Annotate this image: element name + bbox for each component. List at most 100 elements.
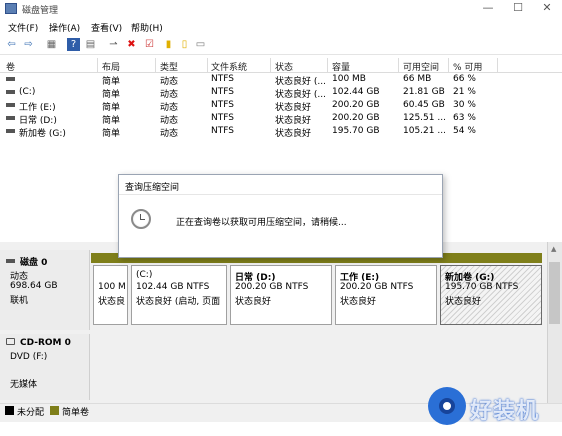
column-divider bbox=[448, 58, 449, 73]
column-divider bbox=[497, 58, 498, 73]
unallocated-swatch bbox=[5, 406, 14, 415]
watermark-text: 好装机 bbox=[470, 399, 540, 424]
disk-status: 无媒体 bbox=[10, 380, 38, 390]
partition-size: 100 M bbox=[98, 282, 126, 292]
col-status[interactable]: 状态 bbox=[275, 60, 293, 73]
cell-status: 状态良好 bbox=[275, 103, 312, 113]
cdrom-0-info[interactable]: CD-ROM 0 DVD (F:) 无媒体 bbox=[0, 334, 90, 400]
maximize-button[interactable]: ☐ bbox=[503, 0, 533, 18]
forward-arrow-icon[interactable]: ⇨ bbox=[22, 38, 35, 51]
partition-status: 状态良好 (启动, 页面 bbox=[136, 297, 221, 307]
cell-percent-free: 54 % bbox=[453, 126, 476, 136]
menu-file[interactable]: 文件(F) bbox=[8, 21, 38, 34]
cell-layout: 简单 bbox=[102, 77, 121, 87]
table-row[interactable]: 简单 动态 NTFS 状态良好 (... 100 MB 66 MB 66 % bbox=[0, 74, 562, 87]
cell-filesystem: NTFS bbox=[211, 100, 234, 110]
disk-icon bbox=[6, 259, 15, 263]
menu-view[interactable]: 查看(V) bbox=[91, 21, 122, 34]
cell-percent-free: 30 % bbox=[453, 100, 476, 110]
volume-table-header: 卷 布局 类型 文件系统 状态 容量 可用空间 % 可用 bbox=[0, 58, 562, 73]
cell-layout: 简单 bbox=[102, 116, 121, 126]
cell-filesystem: NTFS bbox=[211, 87, 234, 97]
folder-open-icon[interactable]: ▮ bbox=[162, 38, 175, 51]
cell-volume: 工作 (E:) bbox=[19, 103, 56, 113]
volume-icon bbox=[6, 116, 15, 120]
cell-free-space: 105.21 ... bbox=[403, 126, 446, 136]
cell-volume: 日常 (D:) bbox=[19, 116, 57, 126]
back-arrow-icon[interactable]: ⇦ bbox=[5, 38, 18, 51]
cell-free-space: 60.45 GB bbox=[403, 100, 445, 110]
close-button[interactable]: ✕ bbox=[532, 0, 562, 18]
table-row[interactable]: (C:) 简单 动态 NTFS 状态良好 (... 102.44 GB 21.8… bbox=[0, 87, 562, 100]
cell-free-space: 21.81 GB bbox=[403, 87, 445, 97]
volume-icon bbox=[6, 103, 15, 107]
partition-name: (C:) bbox=[136, 270, 153, 280]
col-layout[interactable]: 布局 bbox=[102, 60, 120, 73]
cell-percent-free: 63 % bbox=[453, 113, 476, 123]
cell-status: 状态良好 bbox=[275, 129, 312, 139]
col-percent-free[interactable]: % 可用 bbox=[453, 60, 482, 73]
disk-type: DVD (F:) bbox=[10, 352, 48, 362]
legend-unallocated: 未分配 bbox=[17, 408, 45, 418]
window-title: 磁盘管理 bbox=[22, 6, 59, 16]
volume-icon bbox=[6, 90, 15, 94]
refresh-icon[interactable]: ▯ bbox=[178, 38, 191, 51]
disk-management-icon bbox=[5, 3, 17, 14]
watermark-logo-inner bbox=[439, 398, 455, 414]
minimize-button[interactable]: — bbox=[473, 0, 503, 18]
cdrom-icon bbox=[6, 338, 15, 345]
volume-icon bbox=[6, 129, 15, 133]
table-row[interactable]: 日常 (D:) 简单 动态 NTFS 状态良好 200.20 GB 125.51… bbox=[0, 113, 562, 126]
disk-status: 联机 bbox=[10, 296, 29, 306]
partition-e[interactable]: 工作 (E:) 200.20 GB NTFS 状态良好 bbox=[335, 265, 437, 325]
disk-0-info[interactable]: 磁盘 0 动态 698.64 GB 联机 bbox=[0, 250, 90, 330]
col-capacity[interactable]: 容量 bbox=[332, 60, 350, 73]
view-icon[interactable]: ▭ bbox=[194, 38, 207, 51]
col-filesystem[interactable]: 文件系统 bbox=[211, 60, 247, 73]
partition-size: 195.70 GB NTFS bbox=[445, 282, 519, 292]
partition-size: 102.44 GB NTFS bbox=[136, 282, 210, 292]
legend-simple-volume: 简单卷 bbox=[62, 408, 90, 418]
menu-bar: 文件(F) 操作(A) 查看(V) 帮助(H) bbox=[0, 18, 562, 35]
dialog-title-bar[interactable]: 查询压缩空间 bbox=[119, 175, 442, 195]
cell-layout: 简单 bbox=[102, 103, 121, 113]
cell-capacity: 200.20 GB bbox=[332, 100, 380, 110]
cell-type: 动态 bbox=[160, 90, 179, 100]
toolbar: ⇦ ⇨ ▦ ? ▤ ⇀ ✖ ☑ ▮ ▯ ▭ bbox=[0, 35, 562, 55]
connect-icon[interactable]: ⇀ bbox=[107, 38, 120, 51]
cell-type: 动态 bbox=[160, 129, 179, 139]
table-row[interactable]: 工作 (E:) 简单 动态 NTFS 状态良好 200.20 GB 60.45 … bbox=[0, 100, 562, 113]
cell-status: 状态良好 bbox=[275, 116, 312, 126]
cell-type: 动态 bbox=[160, 116, 179, 126]
cell-filesystem: NTFS bbox=[211, 113, 234, 123]
scrollbar-thumb[interactable] bbox=[549, 262, 560, 324]
menu-help[interactable]: 帮助(H) bbox=[131, 21, 163, 34]
cell-type: 动态 bbox=[160, 77, 179, 87]
cell-layout: 简单 bbox=[102, 90, 121, 100]
cell-capacity: 200.20 GB bbox=[332, 113, 380, 123]
col-type[interactable]: 类型 bbox=[160, 60, 178, 73]
help-icon[interactable]: ? bbox=[67, 38, 80, 51]
delete-icon[interactable]: ✖ bbox=[125, 38, 138, 51]
cell-capacity: 100 MB bbox=[332, 74, 366, 84]
dialog-title: 查询压缩空间 bbox=[125, 183, 180, 193]
column-divider bbox=[97, 58, 98, 73]
partition-status: 状态良好 bbox=[235, 297, 272, 307]
partition-c[interactable]: (C:) 102.44 GB NTFS 状态良好 (启动, 页面 bbox=[131, 265, 227, 325]
properties-icon[interactable]: ▤ bbox=[84, 38, 97, 51]
partition-d[interactable]: 日常 (D:) 200.20 GB NTFS 状态良好 bbox=[230, 265, 332, 325]
cell-type: 动态 bbox=[160, 103, 179, 113]
partition-g[interactable]: 新加卷 (G:) 195.70 GB NTFS 状态良好 bbox=[440, 265, 542, 325]
scroll-up-icon[interactable]: ▲ bbox=[551, 245, 556, 253]
volume-icon bbox=[6, 77, 15, 81]
partition-status: 状态良 bbox=[98, 297, 126, 307]
console-tree-icon[interactable]: ▦ bbox=[45, 38, 58, 51]
cell-capacity: 102.44 GB bbox=[332, 87, 380, 97]
table-row[interactable]: 新加卷 (G:) 简单 动态 NTFS 状态良好 195.70 GB 105.2… bbox=[0, 126, 562, 139]
menu-action[interactable]: 操作(A) bbox=[49, 21, 80, 34]
disk-size: 698.64 GB bbox=[10, 281, 58, 291]
col-free-space[interactable]: 可用空间 bbox=[403, 60, 439, 73]
check-icon[interactable]: ☑ bbox=[143, 38, 156, 51]
partition-system-reserved[interactable]: 100 M 状态良 bbox=[93, 265, 128, 325]
col-volume[interactable]: 卷 bbox=[6, 60, 15, 73]
